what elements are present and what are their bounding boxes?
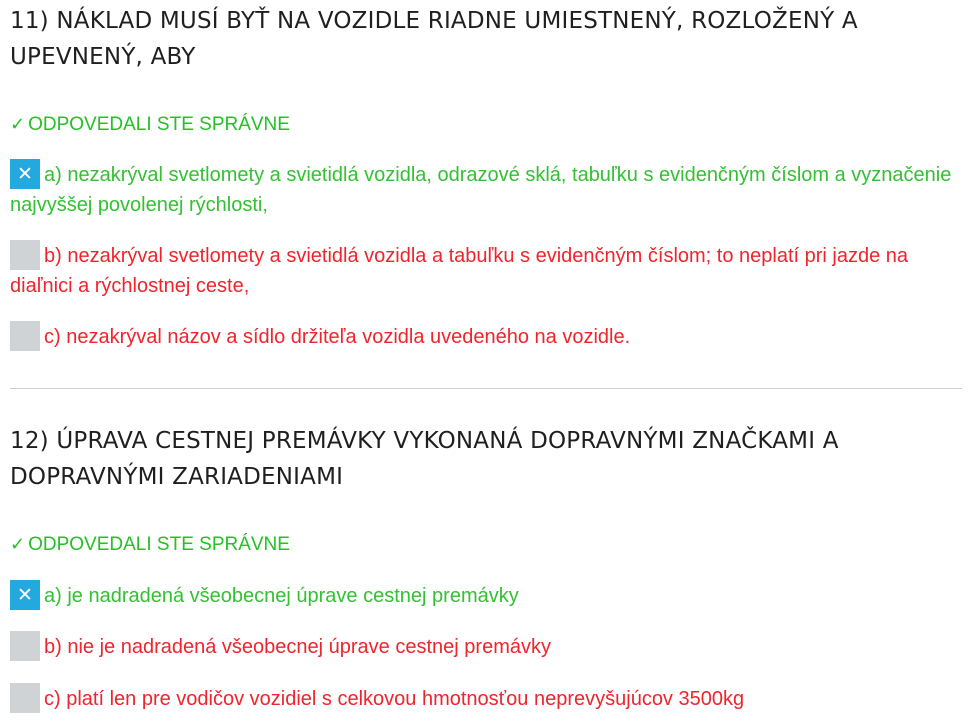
answer-text: a) nezakrýval svetlomety a svietidlá voz…: [10, 164, 952, 216]
selected-checkbox-icon[interactable]: ✕: [10, 580, 40, 610]
answer-text: a) je nadradená všeobecnej úprave cestne…: [44, 585, 519, 607]
empty-checkbox-icon[interactable]: [10, 240, 40, 270]
result-status-text: ODPOVEDALI STE SPRÁVNE: [28, 534, 290, 555]
result-status-text: ODPOVEDALI STE SPRÁVNE: [28, 114, 290, 135]
result-status: ✓ ODPOVEDALI STE SPRÁVNE: [10, 114, 290, 136]
empty-checkbox-icon[interactable]: [10, 683, 40, 713]
answer-option-a[interactable]: ✕ a) je nadradená všeobecnej úprave cestn…: [10, 580, 955, 611]
question-title: 11) NÁKLAD MUSÍ BYŤ NA VOZIDLE RIADNE UM…: [10, 8, 858, 70]
answer-option-a[interactable]: ✕ a) nezakrýval svetlomety a svietidlá vo…: [10, 159, 955, 220]
answer-option-c[interactable]: c) platí len pre vodičov vozidiel s celk…: [10, 683, 955, 714]
answer-text: b) nezakrýval svetlomety a svietidlá voz…: [10, 245, 909, 297]
answer-option-c[interactable]: c) nezakrýval názov a sídlo držiteľa voz…: [10, 321, 955, 352]
selected-checkbox-icon[interactable]: ✕: [10, 159, 40, 189]
question-title: 12) ÚPRAVA CESTNEJ PREMÁVKY VYKONANÁ DOP…: [10, 428, 839, 490]
question-divider: [10, 388, 962, 389]
answer-text: c) platí len pre vodičov vozidiel s celk…: [44, 688, 745, 710]
check-icon: ✓: [10, 114, 26, 135]
answer-text: b) nie je nadradená všeobecnej úprave ce…: [44, 636, 551, 658]
answer-text: c) nezakrýval názov a sídlo držiteľa voz…: [44, 326, 631, 348]
empty-checkbox-icon[interactable]: [10, 631, 40, 661]
answer-option-b[interactable]: b) nezakrýval svetlomety a svietidlá voz…: [10, 240, 955, 301]
answer-option-b[interactable]: b) nie je nadradená všeobecnej úprave ce…: [10, 631, 955, 662]
empty-checkbox-icon[interactable]: [10, 321, 40, 351]
check-icon: ✓: [10, 534, 26, 555]
result-status: ✓ ODPOVEDALI STE SPRÁVNE: [10, 534, 290, 556]
